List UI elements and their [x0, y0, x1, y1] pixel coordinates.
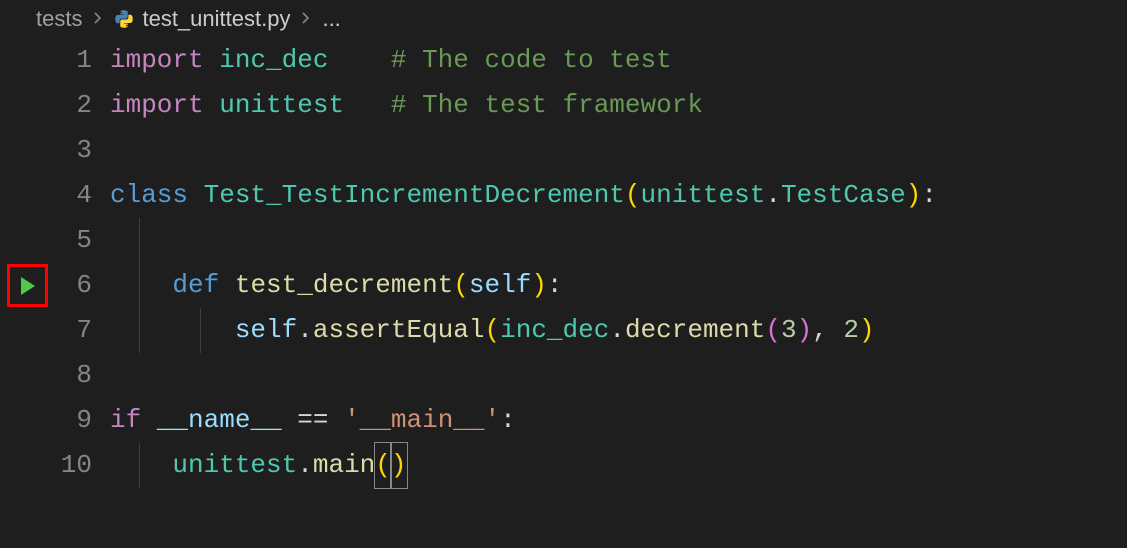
breadcrumb[interactable]: tests test_unittest.py ...	[0, 0, 1127, 38]
gutter	[0, 308, 55, 353]
gutter	[0, 218, 55, 263]
number-literal: 2	[843, 315, 859, 345]
keyword-class: class	[110, 180, 188, 210]
function-name: test_decrement	[235, 270, 453, 300]
operator-eq: ==	[282, 405, 344, 435]
code-editor[interactable]: 1 import inc_dec # The code to test 2 im…	[0, 38, 1127, 488]
code-line[interactable]: 10 unittest.main()	[0, 443, 1127, 488]
line-number: 7	[55, 308, 110, 353]
gutter	[0, 173, 55, 218]
gutter-run[interactable]	[0, 263, 55, 308]
code-line[interactable]: 1 import inc_dec # The code to test	[0, 38, 1127, 83]
base-module: unittest	[641, 180, 766, 210]
keyword-import: import	[110, 90, 204, 120]
dot: .	[297, 450, 313, 480]
paren-close: )	[859, 315, 875, 345]
colon: :	[547, 270, 563, 300]
paren-close: )	[797, 315, 813, 345]
self-var: self	[235, 315, 297, 345]
code-line[interactable]: 3	[0, 128, 1127, 173]
paren-open: (	[485, 315, 501, 345]
line-number: 9	[55, 398, 110, 443]
base-class: TestCase	[781, 180, 906, 210]
gutter	[0, 83, 55, 128]
whitespace	[344, 90, 391, 120]
keyword-if: if	[110, 405, 141, 435]
keyword-def: def	[172, 270, 219, 300]
line-number: 5	[55, 218, 110, 263]
comma: ,	[812, 315, 843, 345]
paren-open: (	[625, 180, 641, 210]
module-ref: inc_dec	[500, 315, 609, 345]
dot: .	[609, 315, 625, 345]
module-ref: unittest	[172, 450, 297, 480]
chevron-right-icon	[298, 6, 314, 32]
gutter	[0, 128, 55, 173]
dot: .	[297, 315, 313, 345]
class-name: Test_TestIncrementDecrement	[204, 180, 625, 210]
string-literal: '__main__'	[344, 405, 500, 435]
breadcrumb-folder[interactable]: tests	[36, 6, 82, 32]
run-test-button[interactable]	[7, 264, 48, 307]
code-line[interactable]: 7 self.assertEqual(inc_dec.decrement(3),…	[0, 308, 1127, 353]
module-name: inc_dec	[219, 45, 328, 75]
gutter	[0, 38, 55, 83]
colon: :	[921, 180, 937, 210]
method-name: assertEqual	[313, 315, 485, 345]
code-line[interactable]: 2 import unittest # The test framework	[0, 83, 1127, 128]
line-number: 1	[55, 38, 110, 83]
line-number: 6	[55, 263, 110, 308]
line-number: 8	[55, 353, 110, 398]
line-number: 3	[55, 128, 110, 173]
gutter	[0, 443, 55, 488]
whitespace	[328, 45, 390, 75]
colon: :	[500, 405, 516, 435]
python-file-icon	[114, 9, 134, 29]
play-icon	[21, 277, 35, 295]
comment: # The test framework	[391, 90, 703, 120]
code-line[interactable]: 8	[0, 353, 1127, 398]
code-line[interactable]: 6 def test_decrement(self):	[0, 263, 1127, 308]
line-number: 2	[55, 83, 110, 128]
self-param: self	[469, 270, 531, 300]
paren-open: (	[765, 315, 781, 345]
line-number: 10	[55, 443, 110, 488]
chevron-right-icon	[90, 6, 106, 32]
gutter	[0, 398, 55, 443]
line-number: 4	[55, 173, 110, 218]
module-name: unittest	[219, 90, 344, 120]
paren-close-matched: )	[390, 442, 408, 489]
dunder-name: __name__	[157, 405, 282, 435]
code-line[interactable]: 4 class Test_TestIncrementDecrement(unit…	[0, 173, 1127, 218]
dot: .	[765, 180, 781, 210]
code-line[interactable]: 5	[0, 218, 1127, 263]
paren-open: (	[453, 270, 469, 300]
breadcrumb-trail[interactable]: ...	[322, 6, 340, 32]
paren-close: )	[531, 270, 547, 300]
function-ref: main	[313, 450, 375, 480]
paren-close: )	[906, 180, 922, 210]
number-literal: 3	[781, 315, 797, 345]
breadcrumb-file[interactable]: test_unittest.py	[142, 6, 290, 32]
gutter	[0, 353, 55, 398]
comment: # The code to test	[391, 45, 672, 75]
code-line[interactable]: 9 if __name__ == '__main__':	[0, 398, 1127, 443]
keyword-import: import	[110, 45, 204, 75]
function-ref: decrement	[625, 315, 765, 345]
